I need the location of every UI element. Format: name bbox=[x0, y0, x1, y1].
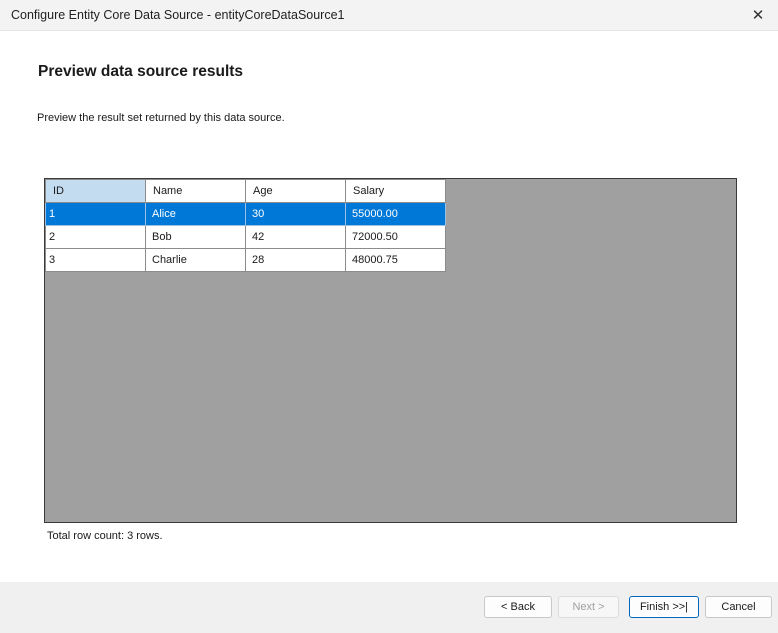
cancel-button[interactable]: Cancel bbox=[705, 596, 772, 618]
cell-id[interactable]: 3 bbox=[45, 248, 146, 272]
cell-age[interactable]: 28 bbox=[245, 248, 346, 272]
cell-id[interactable]: 1 bbox=[45, 202, 146, 226]
close-icon[interactable]: ✕ bbox=[744, 2, 772, 28]
cell-name[interactable]: Bob bbox=[145, 225, 246, 249]
cell-salary[interactable]: 48000.75 bbox=[345, 248, 446, 272]
table-row[interactable]: 1 Alice 30 55000.00 bbox=[45, 202, 446, 226]
column-header-salary[interactable]: Salary bbox=[345, 179, 446, 203]
cell-age[interactable]: 30 bbox=[245, 202, 346, 226]
table-row[interactable]: 2 Bob 42 72000.50 bbox=[45, 225, 446, 249]
cell-age[interactable]: 42 bbox=[245, 225, 346, 249]
finish-button[interactable]: Finish >>| bbox=[629, 596, 699, 618]
cell-salary[interactable]: 55000.00 bbox=[345, 202, 446, 226]
button-bar: < Back Next > Finish >>| Cancel bbox=[0, 582, 778, 633]
header-row: ID Name Age Salary bbox=[45, 179, 446, 203]
cell-id[interactable]: 2 bbox=[45, 225, 146, 249]
page-heading: Preview data source results bbox=[38, 63, 244, 80]
page-description: Preview the result set returned by this … bbox=[37, 112, 285, 124]
cell-name[interactable]: Charlie bbox=[145, 248, 246, 272]
back-button[interactable]: < Back bbox=[484, 596, 552, 618]
results-table[interactable]: ID Name Age Salary 1 Alice 30 55000.00 2… bbox=[45, 179, 446, 272]
table-row[interactable]: 3 Charlie 28 48000.75 bbox=[45, 248, 446, 272]
column-header-age[interactable]: Age bbox=[245, 179, 346, 203]
cell-name[interactable]: Alice bbox=[145, 202, 246, 226]
title-bar: Configure Entity Core Data Source - enti… bbox=[0, 0, 778, 31]
column-header-id[interactable]: ID bbox=[45, 179, 146, 203]
row-count-label: Total row count: 3 rows. bbox=[47, 530, 163, 542]
column-header-name[interactable]: Name bbox=[145, 179, 246, 203]
next-button: Next > bbox=[558, 596, 619, 618]
results-grid[interactable]: ID Name Age Salary 1 Alice 30 55000.00 2… bbox=[44, 178, 737, 523]
cell-salary[interactable]: 72000.50 bbox=[345, 225, 446, 249]
window-title: Configure Entity Core Data Source - enti… bbox=[11, 8, 345, 22]
